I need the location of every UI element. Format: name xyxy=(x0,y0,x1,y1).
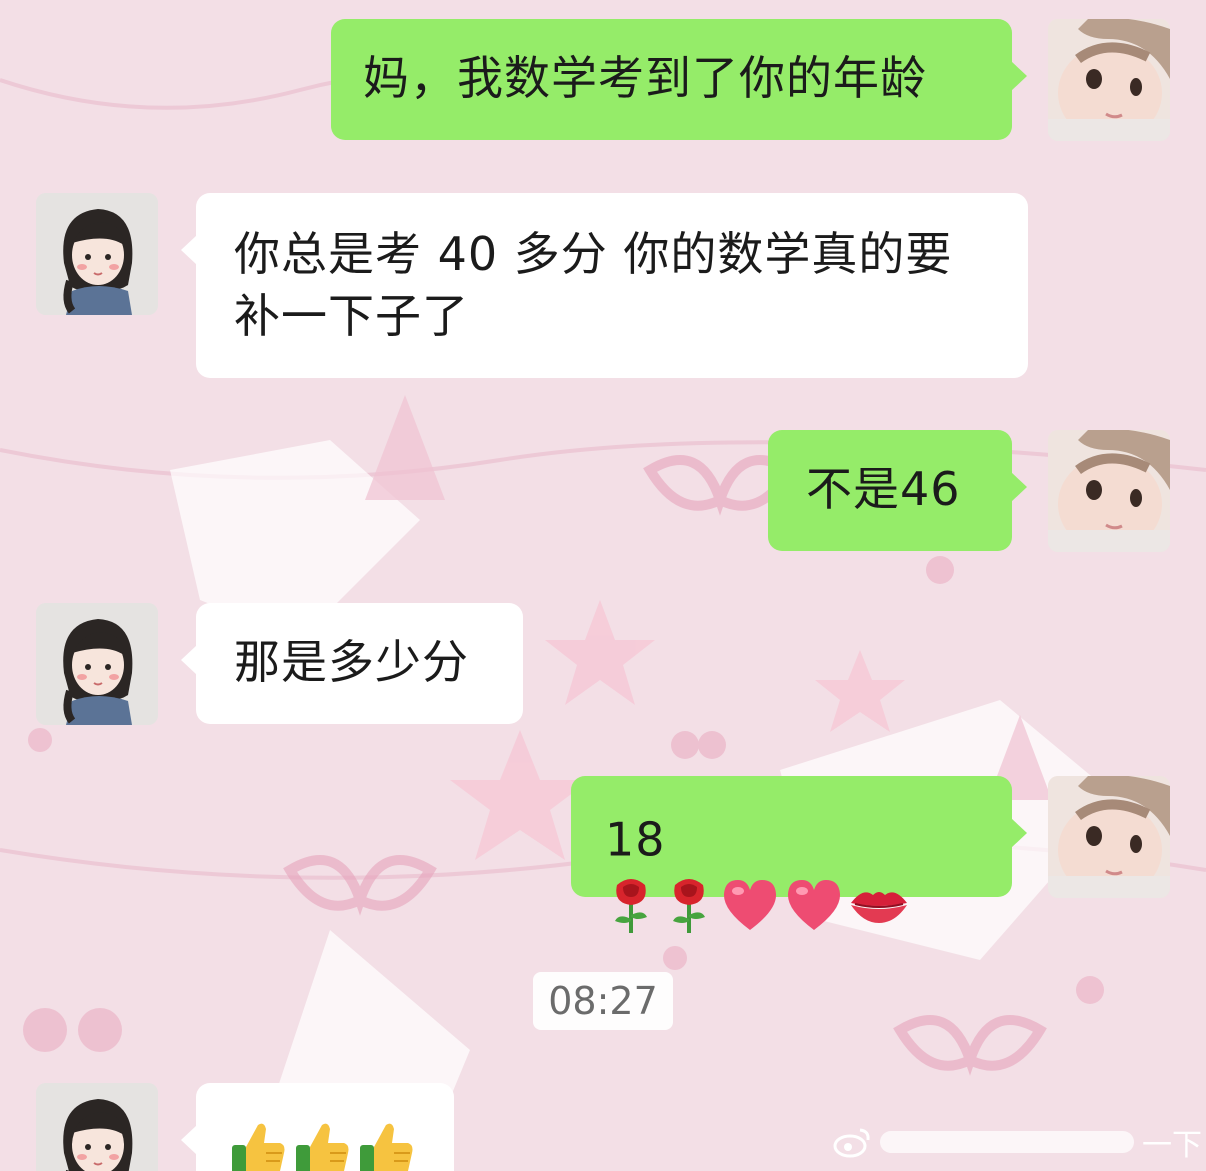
thumbs-up-emoji xyxy=(360,1123,413,1171)
emoji-row xyxy=(605,875,909,935)
child-avatar[interactable] xyxy=(1048,430,1170,552)
child-face-icon xyxy=(1048,776,1170,898)
message-text: 18 xyxy=(605,812,666,867)
thumbs-up-emoji xyxy=(296,1123,349,1171)
watermark-text: 一下 xyxy=(1142,1128,1202,1163)
message-bubble-sent[interactable]: 妈，我数学考到了你的年龄 xyxy=(331,19,1027,140)
child-face-icon xyxy=(1048,430,1170,552)
message-bubble-received[interactable]: 那是多少分 xyxy=(181,603,523,724)
message-text-line: 你总是考 40 多分 你的数学真的要 xyxy=(234,227,953,281)
rose-emoji xyxy=(673,879,705,933)
message-bubble-sent[interactable]: 18 xyxy=(571,776,1027,933)
message-bubble-sent[interactable]: 不是46 xyxy=(768,430,1027,551)
mom-cartoon-icon xyxy=(36,1083,158,1171)
message-text: 妈，我数学考到了你的年龄 xyxy=(363,51,927,105)
mom-avatar[interactable] xyxy=(36,1083,158,1171)
watermark-blurred-text xyxy=(880,1131,1134,1153)
child-avatar[interactable] xyxy=(1048,19,1170,141)
child-face-icon xyxy=(1048,19,1170,141)
lips-emoji xyxy=(851,892,907,923)
watermark: 一下 xyxy=(832,1122,1202,1163)
message-bubble-received[interactable] xyxy=(181,1083,454,1171)
emoji-row xyxy=(230,1119,414,1171)
mom-cartoon-icon xyxy=(36,193,158,315)
mom-avatar[interactable] xyxy=(36,603,158,725)
heart-emoji xyxy=(787,880,841,930)
chat-window: 妈，我数学考到了你的年龄 你总是考 40 多分 你的数学真的要 补一下子了 不是… xyxy=(0,0,1206,1171)
message-timestamp: 08:27 xyxy=(533,972,673,1030)
weibo-logo-icon xyxy=(833,1128,870,1158)
message-bubble-received[interactable]: 你总是考 40 多分 你的数学真的要 补一下子了 xyxy=(181,193,1028,378)
message-text-line: 补一下子了 xyxy=(234,289,469,343)
rose-emoji xyxy=(615,879,647,933)
heart-emoji xyxy=(723,880,777,930)
message-text: 那是多少分 xyxy=(234,635,469,689)
mom-avatar[interactable] xyxy=(36,193,158,315)
mom-cartoon-icon xyxy=(36,603,158,725)
thumbs-up-emoji xyxy=(232,1123,285,1171)
child-avatar[interactable] xyxy=(1048,776,1170,898)
message-text: 不是46 xyxy=(806,462,961,516)
